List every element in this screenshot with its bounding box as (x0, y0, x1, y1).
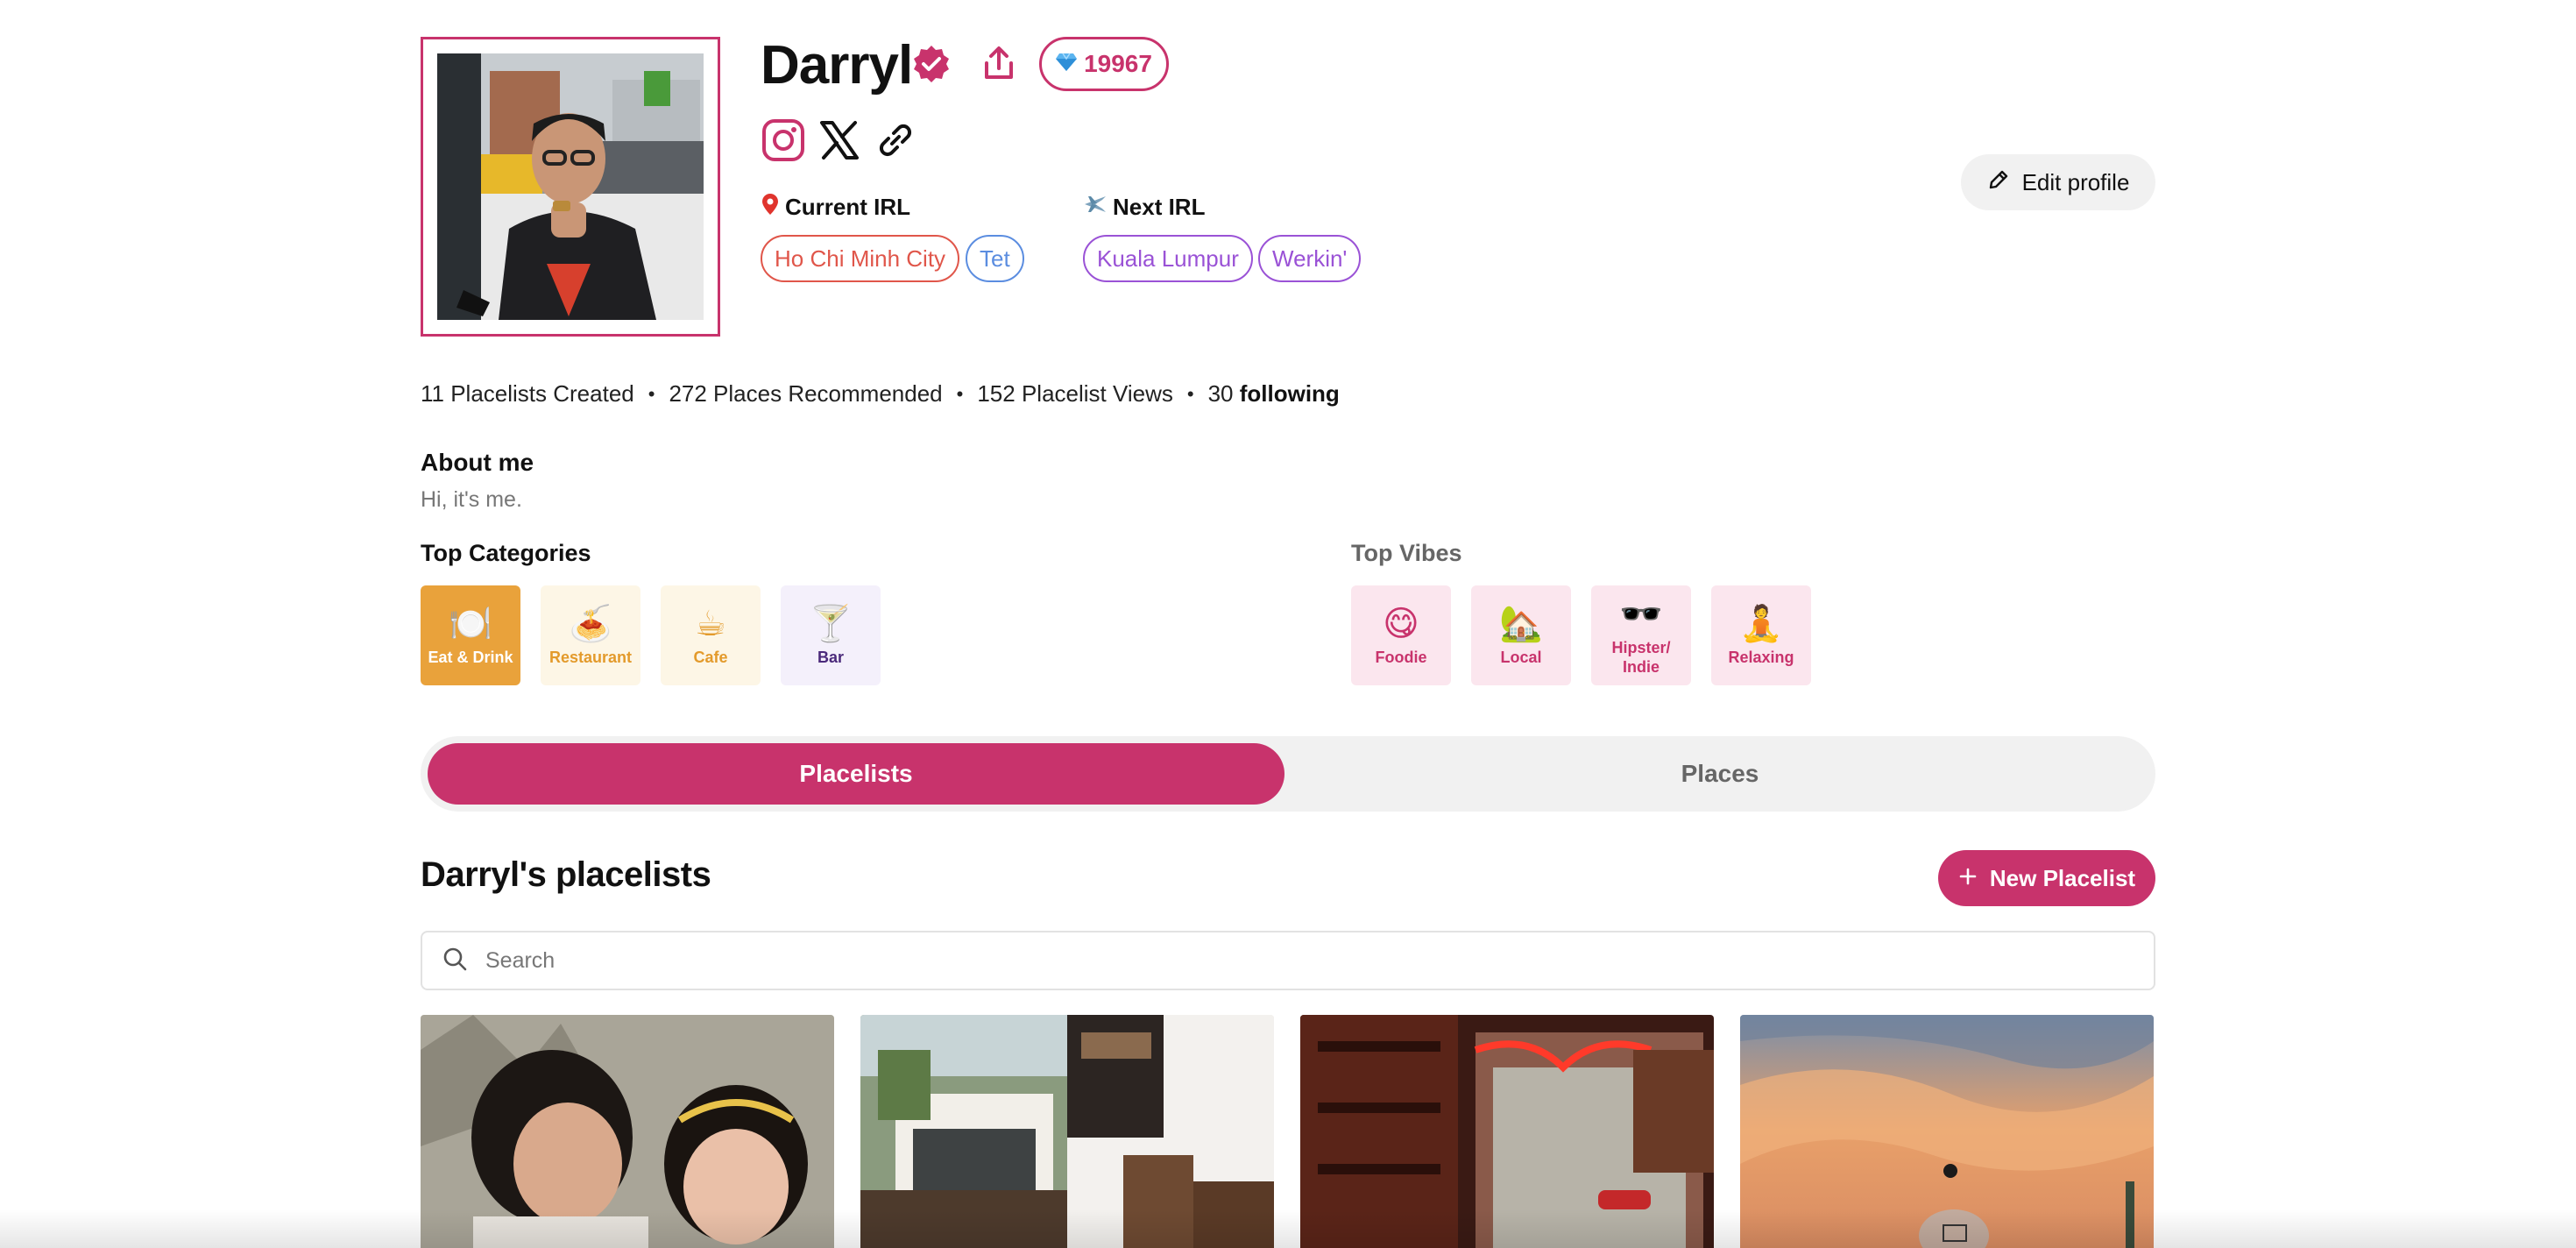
new-placelist-button[interactable]: New Placelist (1938, 850, 2155, 906)
category-tile-eat-drink[interactable]: 🍽️ Eat & Drink (421, 585, 520, 685)
next-irl-heading: Next IRL (1083, 193, 1205, 222)
gems-count: 19967 (1084, 50, 1152, 77)
bottom-fade (0, 1209, 2576, 1248)
next-irl-tag[interactable]: Werkin' (1258, 235, 1362, 282)
stat-separator: • (1186, 382, 1194, 405)
about-text: Hi, it's me. (421, 487, 522, 512)
stat-placelists: 11 Placelists Created (421, 380, 634, 407)
pin-icon (761, 193, 780, 222)
stat-separator: • (648, 382, 655, 405)
tab-placelists[interactable]: Placelists (428, 743, 1284, 805)
current-irl-heading: Current IRL (761, 193, 910, 222)
yum-face-icon: 😋 (1383, 605, 1419, 643)
verified-badge-icon (911, 44, 952, 84)
top-categories-heading: Top Categories (421, 540, 591, 566)
x-twitter-icon[interactable] (815, 116, 864, 165)
placelist-cover-image (421, 1015, 834, 1248)
instagram-icon[interactable] (759, 116, 808, 165)
sunglasses-icon: 🕶️ (1619, 595, 1663, 634)
vibe-tile-hipster-indie[interactable]: 🕶️ Hipster/ Indie (1591, 585, 1691, 685)
gem-icon (1056, 50, 1078, 78)
airplane-icon (1083, 193, 1108, 222)
house-icon: 🏡 (1499, 605, 1543, 643)
search-icon (442, 946, 468, 976)
current-irl-tag[interactable]: Ho Chi Minh City (761, 235, 960, 282)
vibe-tile-relaxing[interactable]: 🧘 Relaxing (1711, 585, 1811, 685)
gems-badge[interactable]: 19967 (1039, 37, 1169, 91)
profile-avatar[interactable] (421, 37, 720, 337)
category-tile-cafe[interactable]: ☕ Cafe (661, 585, 761, 685)
top-vibes-heading: Top Vibes (1351, 540, 1462, 566)
vibe-tile-foodie[interactable]: 😋 Foodie (1351, 585, 1451, 685)
stat-separator: • (956, 382, 964, 405)
plate-icon: 🍽️ (449, 605, 492, 643)
stat-views: 152 Placelist Views (977, 380, 1173, 407)
pencil-icon (1987, 168, 2010, 197)
placelist-card[interactable] (421, 1015, 834, 1248)
stat-places: 272 Places Recommended (669, 380, 943, 407)
edit-profile-button[interactable]: Edit profile (1961, 154, 2155, 210)
avatar-photo (437, 53, 704, 320)
search-input[interactable] (484, 947, 2064, 975)
profile-name: Darryl (761, 35, 913, 96)
placelist-card[interactable] (1740, 1015, 2154, 1248)
next-irl-tag[interactable]: Kuala Lumpur (1083, 235, 1253, 282)
placelist-cover-image (860, 1015, 1274, 1248)
category-tile-restaurant[interactable]: 🍝 Restaurant (541, 585, 640, 685)
vibe-tile-local[interactable]: 🏡 Local (1471, 585, 1571, 685)
coffee-icon: ☕ (695, 605, 726, 643)
cocktail-icon: 🍸 (809, 605, 853, 643)
placelist-search[interactable] (421, 931, 2155, 990)
placelist-cover-image (1740, 1015, 2154, 1248)
spaghetti-icon: 🍝 (569, 605, 612, 643)
about-heading: About me (421, 449, 534, 476)
profile-stats: 11 Placelists Created • 272 Places Recom… (421, 380, 1340, 408)
placelist-cover-image (1300, 1015, 1714, 1248)
stat-following[interactable]: 30 following (1208, 380, 1340, 408)
tab-places[interactable]: Places (1284, 743, 2155, 805)
plus-icon (1958, 865, 1978, 892)
meditation-icon: 🧘 (1739, 605, 1783, 643)
share-icon[interactable] (980, 44, 1018, 82)
category-tile-bar[interactable]: 🍸 Bar (781, 585, 881, 685)
placelist-card[interactable] (1300, 1015, 1714, 1248)
placelist-card[interactable] (860, 1015, 1274, 1248)
placelists-heading: Darryl's placelists (421, 855, 711, 894)
link-icon[interactable] (871, 116, 920, 165)
current-irl-tag[interactable]: Tet (966, 235, 1024, 282)
